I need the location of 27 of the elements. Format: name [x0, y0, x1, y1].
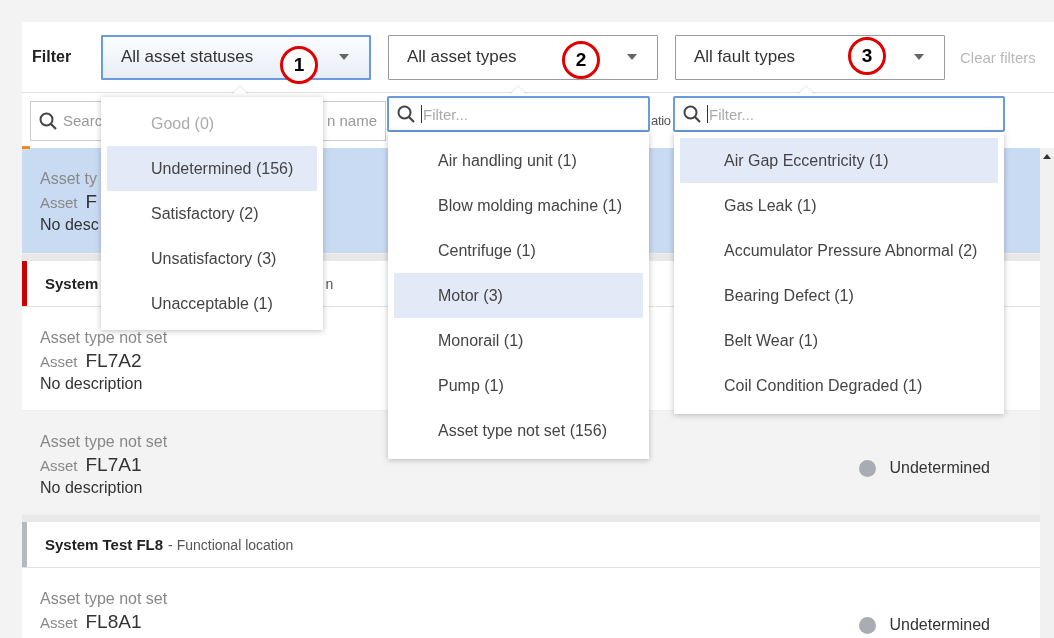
asset-id: FL7A1: [85, 454, 142, 476]
asset-label: Asset: [40, 353, 78, 370]
asset-label: Asset: [40, 457, 78, 474]
asset-type: Asset type not set: [40, 433, 168, 451]
group-title: System Test FL8: [45, 536, 164, 553]
status-text: Undetermined: [889, 616, 990, 634]
status-text: Undetermined: [889, 459, 990, 477]
group-subtitle: - Functional location: [168, 536, 294, 553]
filter-label: Filter: [32, 48, 73, 66]
asset-id: F: [85, 191, 98, 213]
asset-type: Asset ty: [40, 170, 98, 188]
asset-type: Asset type not set: [40, 590, 168, 608]
asset-label: Asset: [40, 614, 78, 631]
search-placeholder: Searc: [63, 112, 103, 129]
asset-description: No description: [40, 479, 144, 497]
filter-placeholder: Filter...: [709, 105, 754, 123]
asset-id: FL8A1: [85, 611, 142, 633]
column-text: atio: [651, 113, 671, 128]
asset-description: No desc: [40, 216, 99, 234]
asset-id: FL7A2: [85, 350, 142, 372]
asset-type: Asset type not set: [40, 329, 168, 347]
asset-label: Asset: [40, 194, 78, 211]
filter-placeholder: Filter...: [423, 105, 468, 123]
group-subtitle: n: [325, 275, 334, 292]
search-placeholder: n name: [326, 112, 377, 129]
group-title: System: [45, 275, 99, 292]
asset-description: No description: [40, 375, 144, 393]
